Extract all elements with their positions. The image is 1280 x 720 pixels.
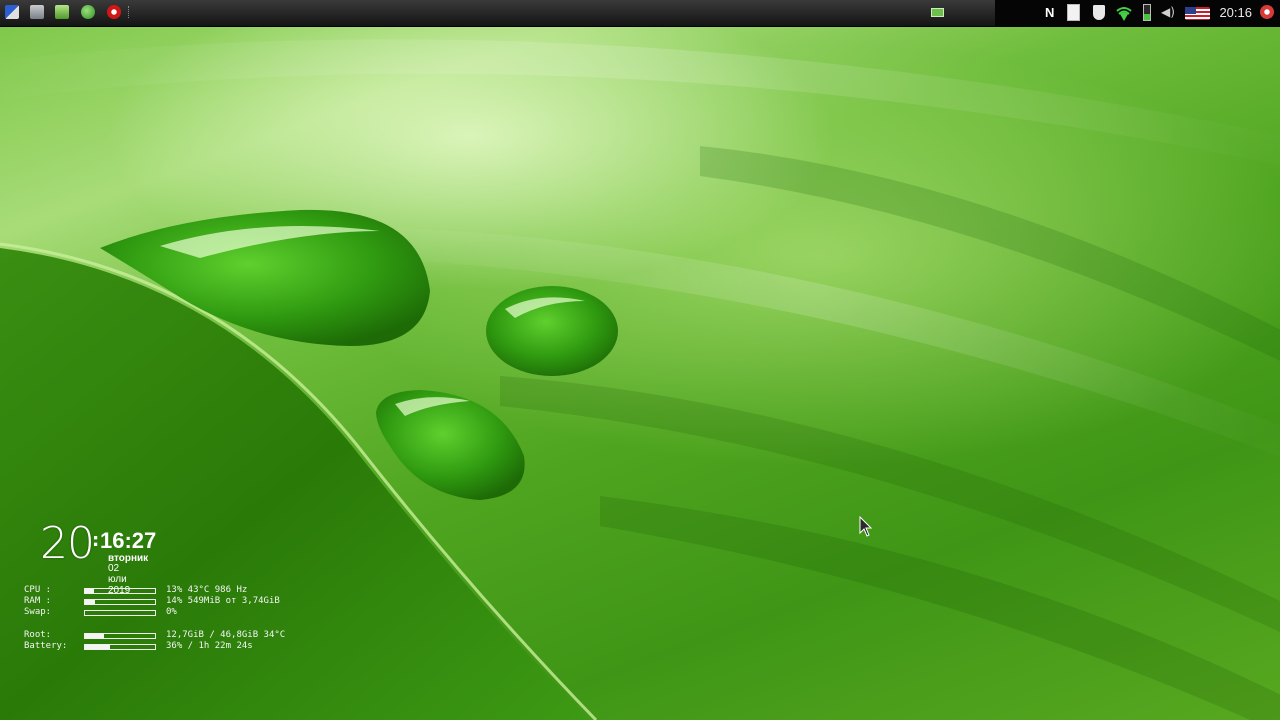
browser-icon[interactable]: [81, 5, 95, 19]
stat-bar: [84, 633, 156, 639]
stat-value: 12,7GiB / 46,8GiB 34°C: [166, 630, 286, 640]
stat-bar: [84, 644, 156, 650]
stat-bar-fill: [85, 634, 104, 638]
app-menu-icon[interactable]: [5, 5, 19, 19]
conky-colon: :: [92, 530, 100, 551]
panel-separator[interactable]: [128, 6, 131, 18]
battery-icon[interactable]: [1143, 4, 1151, 21]
opera-icon[interactable]: [107, 5, 121, 19]
stat-label: Battery:: [24, 641, 68, 651]
stat-label: Swap:: [24, 607, 52, 617]
stat-bar: [84, 588, 156, 594]
stat-bar-fill: [85, 645, 111, 649]
stat-row-ram: RAM : 14% 549MiB от 3,74GiB: [24, 596, 304, 607]
window-button-icon[interactable]: [931, 8, 944, 17]
stat-row-battery: Battery: 36% / 1h 22m 24s: [24, 641, 304, 652]
stat-row-cpu: CPU : 13% 43°C 986 Hz: [24, 585, 304, 596]
volume-icon[interactable]: ◀): [1161, 5, 1175, 19]
mouse-cursor-icon: [859, 516, 873, 537]
notes-icon[interactable]: N: [1045, 5, 1054, 20]
text-editor-icon[interactable]: [55, 5, 69, 19]
stat-row-root: Root: 12,7GiB / 46,8GiB 34°C: [24, 630, 304, 641]
stat-value: 13% 43°C 986 Hz: [166, 585, 248, 595]
stat-bar-fill: [85, 589, 95, 593]
stat-value: 14% 549MiB от 3,74GiB: [166, 596, 280, 606]
stat-label: RAM :: [24, 596, 52, 606]
us-flag-icon[interactable]: [1185, 7, 1210, 20]
stat-bar: [84, 599, 156, 605]
stat-label: CPU :: [24, 585, 52, 595]
stat-value: 36% / 1h 22m 24s: [166, 641, 253, 651]
file-manager-icon[interactable]: [30, 5, 44, 19]
power-icon[interactable]: [1260, 5, 1274, 19]
conky-minutes-seconds: 16:27: [100, 528, 157, 553]
clipboard-icon[interactable]: [1067, 4, 1080, 21]
shield-icon[interactable]: [1093, 5, 1105, 20]
stat-label: Root:: [24, 630, 52, 640]
stat-bar: [84, 610, 156, 616]
wifi-icon[interactable]: [1115, 3, 1133, 23]
conky-hour: 20: [40, 518, 95, 569]
stat-value: 0%: [166, 607, 177, 617]
system-tray: N ◀) 20:16: [995, 0, 1280, 26]
stat-bar-fill: [85, 600, 95, 604]
tray-clock[interactable]: 20:16: [1219, 5, 1252, 20]
top-panel: N ◀) 20:16: [0, 0, 1280, 27]
stat-row-swap: Swap: 0%: [24, 607, 304, 618]
